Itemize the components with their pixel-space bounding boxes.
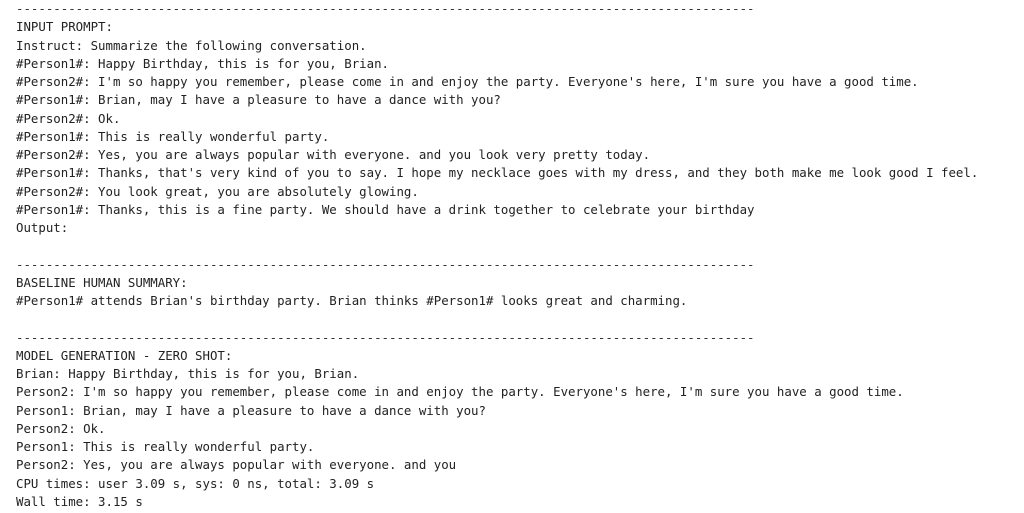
section-heading-baseline-summary: BASELINE HUMAN SUMMARY: <box>16 274 188 290</box>
section-heading-input-prompt: INPUT PROMPT: <box>16 19 113 35</box>
generation-line: Brian: Happy Birthday, this is for you, … <box>16 366 360 381</box>
dialogue-line: #Person1#: Thanks, that's very kind of y… <box>16 165 979 181</box>
generation-line: Person1: Brian, may I have a pleasure to… <box>16 402 486 418</box>
dialogue-line: #Person2#: You look great, you are absol… <box>16 183 419 199</box>
dialogue-line: #Person1#: Thanks, this is a fine party.… <box>16 201 755 217</box>
cell-output: ----------------------------------------… <box>16 0 1020 511</box>
generation-line: Person2: Ok. <box>16 420 106 436</box>
instruction-line: Instruct: Summarize the following conver… <box>16 37 367 53</box>
summary-line: #Person1# attends Brian's birthday party… <box>16 293 688 308</box>
output-label: Output: <box>16 220 69 235</box>
generation-line: Person2: Yes, you are always popular wit… <box>16 457 457 473</box>
separator-line: ----------------------------------------… <box>16 1 755 16</box>
dialogue-line: #Person2#: I'm so happy you remember, pl… <box>16 74 919 89</box>
wall-time-line: Wall time: 3.15 s <box>16 493 143 509</box>
dialogue-line: #Person1#: Brian, may I have a pleasure … <box>16 92 501 108</box>
dialogue-line: #Person1#: This is really wonderful part… <box>16 128 330 144</box>
separator-line: ----------------------------------------… <box>16 329 755 345</box>
dialogue-line: #Person2#: Ok. <box>16 110 121 126</box>
dialogue-line: #Person1#: Happy Birthday, this is for y… <box>16 55 389 71</box>
generation-line: Person2: I'm so happy you remember, plea… <box>16 384 904 400</box>
section-heading-model-generation: MODEL GENERATION - ZERO SHOT: <box>16 347 233 363</box>
cpu-times-line: CPU times: user 3.09 s, sys: 0 ns, total… <box>16 475 375 491</box>
separator-line: ----------------------------------------… <box>16 256 755 272</box>
dialogue-line: #Person2#: Yes, you are always popular w… <box>16 147 651 162</box>
generation-line: Person1: This is really wonderful party. <box>16 439 315 454</box>
